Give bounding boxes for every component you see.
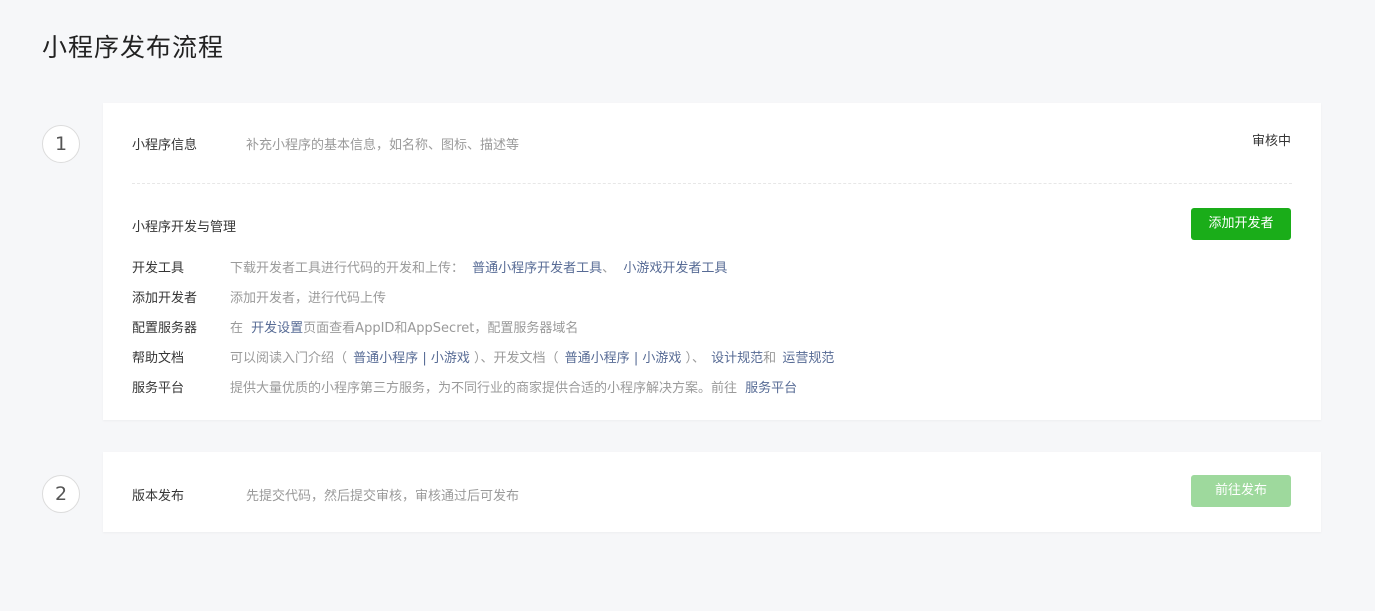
version-release-label: 版本发布 [132, 489, 185, 504]
mini-program-info-label: 小程序信息 [132, 138, 198, 153]
add-developer-label: 添加开发者 [132, 291, 198, 306]
step-1-card: 小程序信息 补充小程序的基本信息，如名称、图标、描述等 审核中 小程序开发与管理… [103, 103, 1321, 420]
add-developer-button[interactable]: 添加开发者 [1191, 208, 1291, 240]
help-docs-label: 帮助文档 [132, 351, 185, 366]
dev-settings-link[interactable]: 开发设置 [251, 321, 303, 336]
service-platform-text: 提供大量优质的小程序第三方服务，为不同行业的商家提供合适的小程序解决方案。前往 [230, 381, 738, 396]
server-config-row: 配置服务器 在 开发设置页面查看AppID和AppSecret，配置服务器域名 [132, 317, 1292, 337]
docs-mini-program-link[interactable]: 普通小程序 [565, 351, 630, 366]
dev-management-title: 小程序开发与管理 [132, 220, 237, 235]
add-developer-row: 添加开发者 添加开发者，进行代码上传 [132, 287, 1292, 307]
normal-devtools-link[interactable]: 普通小程序开发者工具 [472, 261, 602, 276]
intro-separator: | [422, 351, 427, 366]
server-config-label: 配置服务器 [132, 321, 198, 336]
intro-mini-game-link[interactable]: 小游戏 [431, 351, 470, 366]
help-docs-text-group: 可以阅读入门介绍（ 普通小程序 | 小游戏 ）、开发文档（ 普通小程序 | 小游… [230, 347, 834, 366]
add-developer-text: 添加开发者，进行代码上传 [230, 291, 387, 306]
dev-tools-row: 开发工具 下载开发者工具进行代码的开发和上传： 普通小程序开发者工具、 小游戏开… [132, 257, 1292, 277]
operation-guidelines-link[interactable]: 运营规范 [782, 351, 834, 366]
help-docs-text-3: ）、 [685, 351, 706, 366]
version-release-desc: 先提交代码，然后提交审核，审核通过后可发布 [246, 489, 520, 504]
dev-tools-text: 下载开发者工具进行代码的开发和上传： [230, 261, 465, 276]
docs-mini-game-link[interactable]: 小游戏 [642, 351, 681, 366]
help-docs-text-1: 可以阅读入门介绍（ [230, 351, 348, 366]
mini-program-info-desc: 补充小程序的基本信息，如名称、图标、描述等 [246, 138, 520, 153]
step-number-1: 1 [42, 125, 80, 163]
help-docs-row: 帮助文档 可以阅读入门介绍（ 普通小程序 | 小游戏 ）、开发文档（ 普通小程序… [132, 347, 1292, 367]
dev-tools-separator: 、 [602, 261, 616, 276]
section-divider [132, 183, 1292, 184]
service-platform-text-group: 提供大量优质的小程序第三方服务，为不同行业的商家提供合适的小程序解决方案。前往 … [230, 377, 797, 396]
go-release-button[interactable]: 前往发布 [1191, 475, 1291, 507]
design-guidelines-link[interactable]: 设计规范 [711, 351, 763, 366]
page-title: 小程序发布流程 [42, 33, 225, 62]
step-2-card: 版本发布 先提交代码，然后提交审核，审核通过后可发布 前往发布 [103, 452, 1321, 532]
server-config-prefix: 在 [230, 321, 244, 336]
help-docs-text-2: ）、开发文档（ [474, 351, 559, 366]
service-platform-row: 服务平台 提供大量优质的小程序第三方服务，为不同行业的商家提供合适的小程序解决方… [132, 377, 1292, 397]
step-number-2: 2 [42, 475, 80, 513]
docs-separator: | [633, 351, 639, 366]
intro-mini-program-link[interactable]: 普通小程序 [353, 351, 418, 366]
help-docs-text-4: 和 [763, 351, 777, 366]
game-devtools-link[interactable]: 小游戏开发者工具 [623, 261, 727, 276]
server-config-text: 页面查看AppID和AppSecret，配置服务器域名 [303, 321, 579, 336]
server-config-text-group: 在 开发设置页面查看AppID和AppSecret，配置服务器域名 [230, 317, 578, 336]
review-status: 审核中 [1251, 134, 1291, 149]
dev-tools-label: 开发工具 [132, 261, 185, 276]
service-platform-link[interactable]: 服务平台 [745, 381, 797, 396]
dev-tools-text-group: 下载开发者工具进行代码的开发和上传： 普通小程序开发者工具、 小游戏开发者工具 [230, 257, 727, 276]
service-platform-label: 服务平台 [132, 381, 185, 396]
